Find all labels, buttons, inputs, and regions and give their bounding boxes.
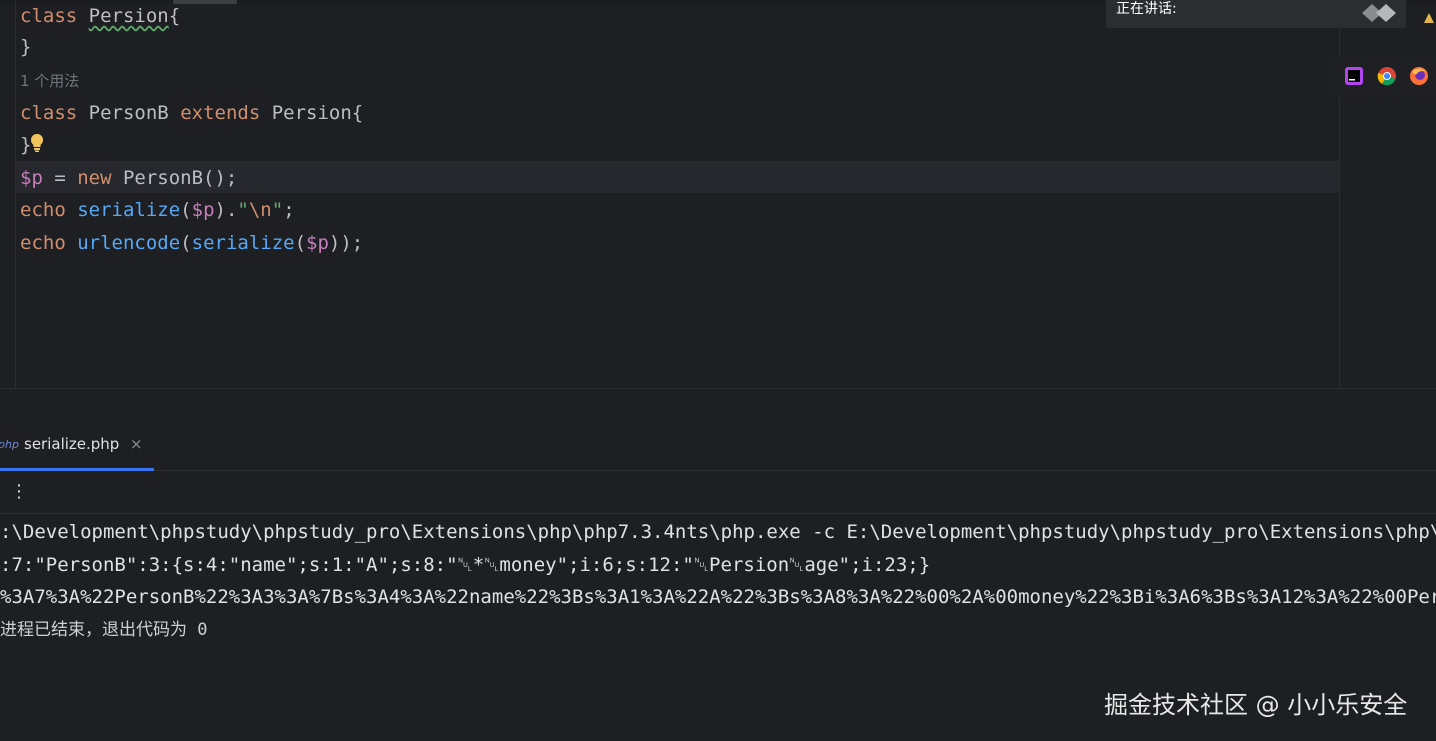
run-toolbar: ⋮ xyxy=(0,471,1436,514)
operator: = xyxy=(42,167,78,189)
keyword: class xyxy=(20,5,78,27)
keyword: echo xyxy=(20,199,66,221)
console-line: :7:"PersonB":3:{s:4:"name";s:1:"A";s:8:"… xyxy=(0,554,931,576)
usage-hint[interactable]: 1 个用法 xyxy=(20,68,79,94)
keyword: echo xyxy=(20,232,66,254)
variable: $p xyxy=(306,232,329,254)
paren: ( xyxy=(294,232,307,254)
function-name: serialize xyxy=(191,232,295,254)
parent-class-name: Persion xyxy=(271,102,352,124)
escape-sequence: \n xyxy=(248,199,272,221)
keyword: new xyxy=(77,167,112,189)
close-icon[interactable]: × xyxy=(130,435,143,453)
paren: ( xyxy=(180,199,192,221)
code-line-6[interactable]: $p = new PersonB(); xyxy=(20,162,237,194)
function-name: serialize xyxy=(77,199,181,221)
keyword: class xyxy=(20,102,78,124)
paren: )); xyxy=(328,232,364,254)
phpstorm-icon[interactable] xyxy=(1344,66,1364,86)
run-tab-label: serialize.php xyxy=(24,435,120,453)
chrome-icon[interactable] xyxy=(1377,66,1397,86)
code-line-7[interactable]: echo serialize($p)."\n"; xyxy=(20,194,295,226)
scroll-hint xyxy=(173,0,237,4)
speaker-avatars-icon xyxy=(1362,4,1396,22)
warning-icon[interactable] xyxy=(1423,12,1435,24)
speaking-overlay: 正在讲话: xyxy=(1106,0,1406,28)
speaking-label: 正在讲话: xyxy=(1116,1,1177,17)
code-line-2[interactable]: } xyxy=(20,31,31,63)
string-quote: " xyxy=(237,199,249,221)
process-exit-message: 进程已结束，退出代码为 0 xyxy=(0,620,208,640)
constructor-call: PersonB(); xyxy=(111,167,238,189)
function-name: urlencode xyxy=(77,232,181,254)
class-name: PersonB xyxy=(88,102,169,124)
code-line-4[interactable]: class PersonB extends Persion{ xyxy=(20,97,363,129)
code-editor[interactable]: class Persion{ } 1 个用法 class PersonB ext… xyxy=(0,0,1436,388)
browser-toolbar xyxy=(1331,56,1436,98)
code-line-1[interactable]: class Persion{ xyxy=(20,0,180,32)
variable: $p xyxy=(191,199,215,221)
php-file-icon: php xyxy=(0,438,19,451)
panel-splitter[interactable] xyxy=(0,388,1436,419)
watermark: 掘金技术社区 @ 小小乐安全 xyxy=(1104,691,1408,719)
variable: $p xyxy=(20,167,43,189)
paren: ). xyxy=(214,199,238,221)
brace: { xyxy=(168,5,181,27)
run-panel-header: php serialize.php × xyxy=(0,418,1436,471)
run-tab[interactable]: php serialize.php × xyxy=(0,418,154,471)
keyword: extends xyxy=(180,102,261,124)
string-quote: " xyxy=(271,199,284,221)
code-line-8[interactable]: echo urlencode(serialize($p)); xyxy=(20,227,363,259)
class-name: Persion xyxy=(88,5,169,27)
brace: { xyxy=(351,102,364,124)
console-line: %3A7%3A%22PersonB%22%3A3%3A%7Bs%3A4%3A%2… xyxy=(0,586,1436,608)
svg-text:php: php xyxy=(0,438,19,451)
console-line: :\Development\phpstudy\phpstudy_pro\Exte… xyxy=(0,521,1436,543)
lightbulb-icon[interactable] xyxy=(29,133,45,153)
gutter-divider xyxy=(15,0,16,388)
semicolon: ; xyxy=(283,199,295,221)
more-options-icon[interactable]: ⋮ xyxy=(10,481,28,503)
paren: ( xyxy=(180,232,192,254)
brace: } xyxy=(20,36,32,58)
firefox-icon[interactable] xyxy=(1409,66,1429,86)
